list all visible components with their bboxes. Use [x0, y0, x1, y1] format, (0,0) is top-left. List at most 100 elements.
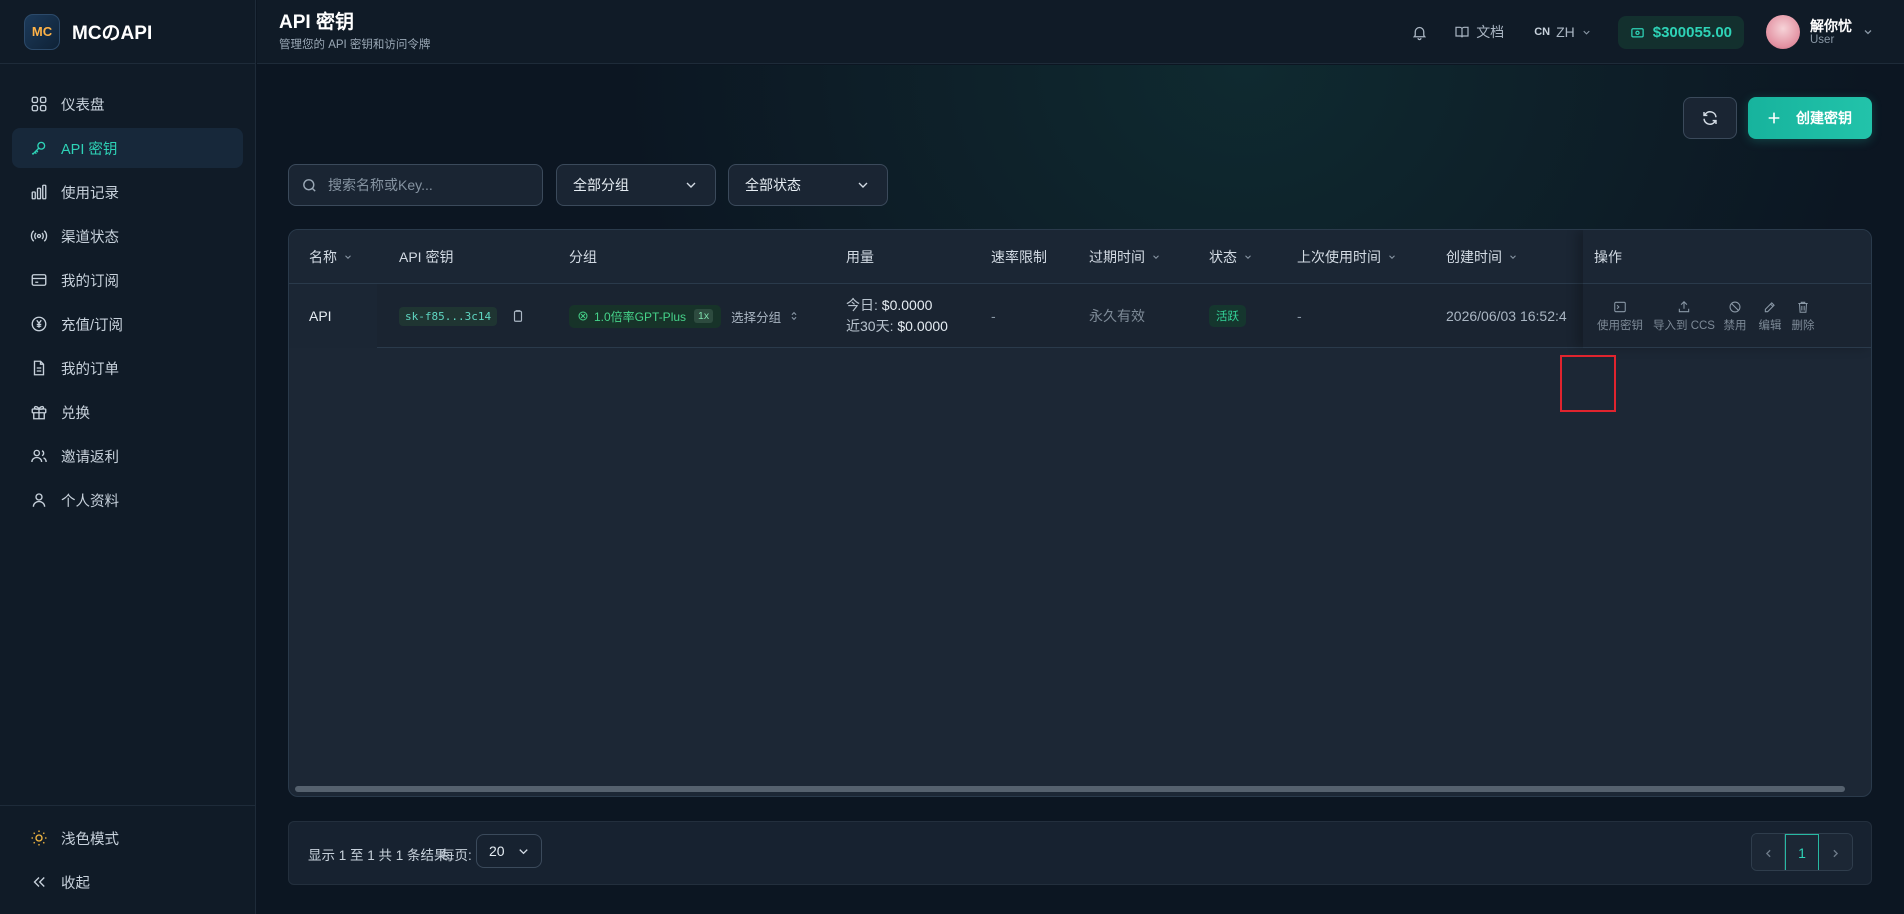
chevron-left-icon — [1765, 849, 1771, 857]
search-input[interactable] — [328, 177, 518, 193]
column-label: 操作 — [1594, 249, 1622, 265]
sidebar-item-redeem[interactable]: 兑换 — [12, 392, 243, 432]
user-menu[interactable]: 解你忧 User — [1766, 15, 1874, 49]
column-header-group: 分组 — [569, 230, 597, 284]
sidebar-item-label: 邀请返利 — [61, 449, 119, 466]
copy-icon[interactable] — [511, 309, 525, 323]
highlight-box — [1560, 355, 1616, 412]
usage-today-value: $0.0000 — [881, 297, 933, 313]
brand[interactable]: MC MCのAPI — [0, 0, 255, 64]
action-label: 编辑 — [1758, 319, 1782, 332]
yuan-icon — [31, 316, 47, 332]
usage-today: 今日: $0.0000 — [846, 295, 932, 316]
search-box[interactable] — [288, 164, 543, 206]
theme-toggle[interactable]: 浅色模式 — [12, 818, 244, 858]
page-size-select[interactable]: 20 — [476, 834, 542, 868]
usage-30d-value: $0.0000 — [897, 318, 948, 334]
chevron-down-icon — [858, 182, 868, 188]
status-filter[interactable]: 全部状态 — [728, 164, 888, 206]
collapse-sidebar-button[interactable]: 收起 — [12, 862, 244, 902]
column-label: 分组 — [569, 249, 597, 265]
upload-icon — [1678, 300, 1690, 312]
column-header-name[interactable]: 名称 — [309, 230, 353, 284]
api-keys-table: 名称 API 密钥 分组 用量 速率限制 过期时间 状态 上次使用时间 创建时间 — [288, 229, 1872, 797]
notifications-button[interactable] — [1411, 24, 1428, 41]
column-header-expires[interactable]: 过期时间 — [1089, 230, 1161, 284]
sidebar-item-channel-status[interactable]: 渠道状态 — [12, 216, 243, 256]
page-button-current[interactable]: 1 — [1785, 834, 1819, 870]
column-header-last-used[interactable]: 上次使用时间 — [1297, 230, 1397, 284]
dashboard-icon — [31, 96, 47, 112]
column-header-status[interactable]: 状态 — [1209, 230, 1253, 284]
usage-cell: 今日: $0.0000 近30天: $0.0000 — [846, 284, 948, 348]
sidebar-item-profile[interactable]: 个人资料 — [12, 480, 243, 520]
table-row: API sk-f85...3c14 1.0倍率GPT-Plus 1x 选择分组 … — [289, 284, 1871, 348]
sidebar-item-subscriptions[interactable]: 我的订阅 — [12, 260, 243, 300]
docs-link[interactable]: 文档 — [1454, 22, 1504, 42]
group-select-button[interactable]: 选择分组 — [731, 307, 799, 326]
sidebar-item-referral[interactable]: 邀请返利 — [12, 436, 243, 476]
action-label: 禁用 — [1723, 319, 1747, 332]
last-used-value: - — [1297, 308, 1302, 324]
status-filter-label: 全部状态 — [745, 177, 801, 193]
create-key-label: 创建密钥 — [1796, 110, 1852, 126]
per-page-label: 每页: — [441, 848, 472, 863]
delete-button[interactable]: 删除 — [1785, 284, 1821, 348]
trash-icon — [1798, 301, 1808, 313]
column-label: 状态 — [1209, 249, 1237, 265]
credit-card-icon — [31, 274, 47, 286]
theme-toggle-label: 浅色模式 — [61, 831, 119, 848]
book-icon — [1455, 26, 1469, 38]
horizontal-scrollbar[interactable] — [295, 786, 1845, 792]
import-ccs-button[interactable]: 导入到 CCS — [1651, 284, 1717, 348]
create-key-button[interactable]: 创建密钥 — [1748, 97, 1872, 139]
sidebar-item-api-keys[interactable]: API 密钥 — [12, 128, 243, 168]
status-cell: 活跃 — [1209, 284, 1246, 348]
next-page-button[interactable] — [1819, 834, 1852, 870]
sidebar-item-label: 充值/订阅 — [61, 317, 124, 334]
page-subtitle: 管理您的 API 密钥和访问令牌 — [279, 38, 431, 51]
prev-page-button[interactable] — [1752, 834, 1785, 870]
docs-label: 文档 — [1476, 24, 1505, 40]
column-header-created[interactable]: 创建时间 — [1446, 230, 1518, 284]
column-header-usage: 用量 — [846, 230, 874, 284]
sidebar-item-orders[interactable]: 我的订单 — [12, 348, 243, 388]
bell-icon — [1413, 26, 1427, 40]
column-label: 创建时间 — [1446, 249, 1502, 265]
use-key-button[interactable]: 使用密钥 — [1592, 284, 1648, 348]
column-label: 名称 — [309, 249, 337, 265]
avatar — [1766, 15, 1800, 49]
multiplier-badge: 1x — [694, 309, 714, 323]
balance-badge[interactable]: $300055.00 — [1617, 15, 1744, 49]
refresh-icon — [1703, 111, 1717, 125]
sidebar-item-usage[interactable]: 使用记录 — [12, 172, 243, 212]
user-info: 解你忧 User — [1810, 18, 1852, 46]
language-label: ZH — [1556, 24, 1575, 40]
created-value: 2026/06/03 16:52:4 — [1446, 308, 1567, 324]
sun-icon — [31, 830, 47, 846]
edit-button[interactable]: 编辑 — [1752, 284, 1788, 348]
column-label: 速率限制 — [991, 249, 1047, 265]
brand-logo: MC — [24, 13, 60, 50]
sort-chevron-icon — [345, 255, 351, 259]
sidebar-item-dashboard[interactable]: 仪表盘 — [12, 84, 243, 124]
expires-value: 永久有效 — [1089, 308, 1145, 324]
plus-icon — [1768, 112, 1780, 124]
column-label: API 密钥 — [399, 249, 454, 265]
column-label: 用量 — [846, 249, 874, 265]
broadcast-icon — [30, 230, 48, 242]
chevron-down-icon — [1864, 30, 1872, 35]
key-name: API — [309, 308, 332, 324]
table-header: 名称 API 密钥 分组 用量 速率限制 过期时间 状态 上次使用时间 创建时间 — [289, 230, 1871, 284]
chevron-updown-icon — [791, 311, 797, 321]
refresh-button[interactable] — [1683, 97, 1737, 139]
language-select[interactable]: CN ZH — [1534, 24, 1592, 40]
group-filter[interactable]: 全部分组 — [556, 164, 716, 206]
group-name: 1.0倍率GPT-Plus — [594, 309, 687, 324]
sidebar-item-recharge[interactable]: 充值/订阅 — [12, 304, 243, 344]
group-cell: 1.0倍率GPT-Plus 1x 选择分组 — [569, 284, 799, 348]
disable-button[interactable]: 禁用 — [1717, 284, 1753, 348]
gift-icon — [31, 405, 47, 420]
usage-30d: 近30天: $0.0000 — [846, 316, 948, 337]
user-icon — [32, 493, 46, 507]
